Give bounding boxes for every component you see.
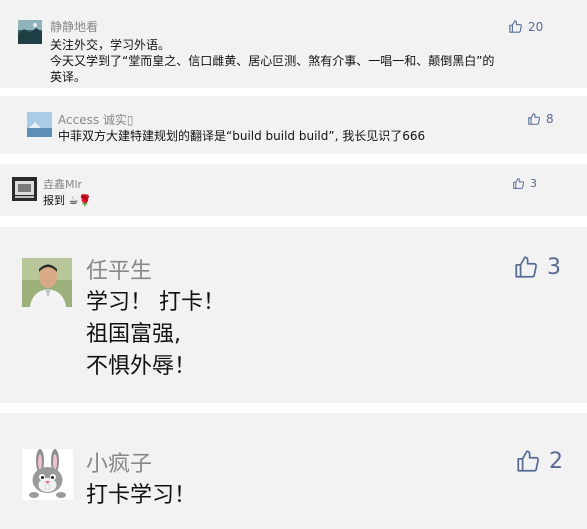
commenter-name[interactable]: 垚鑫Mlr [43,176,82,192]
like-button[interactable]: 3 [513,254,561,280]
comment-text: 打卡学习！ [86,483,197,508]
comment-text: 报到 ☕🌹 [43,194,93,207]
like-button[interactable]: 20 [508,19,543,34]
comment-card: Access 诚实▯ 中菲双方大建特建规划的翻译是“build build bu… [0,96,587,154]
thumbs-up-icon [515,256,537,278]
thumbs-up-icon [517,450,539,472]
comment-text: 关注外交，学习外语。 今天又学到了“堂而皇之、信口雌黄、居心叵测、煞有介事、一唱… [50,38,495,84]
sky-photo-avatar[interactable] [27,112,52,137]
man-portrait-avatar[interactable] [22,258,72,307]
commenter-name[interactable]: 小疯子 [86,446,152,478]
cartoon-rabbit-avatar[interactable] [22,449,73,500]
comment-text: 中菲双方大建特建规划的翻译是“build build build”, 我长见识了… [58,129,426,143]
like-button[interactable]: 3 [512,177,537,190]
commenter-name[interactable]: Access 诚实▯ [58,111,134,128]
comment-card: 静静地看 关注外交，学习外语。 今天又学到了“堂而皇之、信口雌黄、居心叵测、煞有… [0,0,587,88]
like-count: 3 [530,177,537,190]
thumbs-up-icon [509,20,522,33]
like-count: 20 [528,19,544,34]
landscape-photo-avatar[interactable] [18,20,42,44]
commenter-name[interactable]: 任平生 [86,253,152,285]
comment-card: 任平生 学习！ 打卡！ 祖国富强, 不惧外辱！ 3 [0,227,587,403]
dark-photo-avatar[interactable] [12,177,37,201]
like-button[interactable]: 2 [515,448,563,474]
comment-card: 垚鑫Mlr 报到 ☕🌹 3 [0,164,587,216]
comment-text: 学习！ 打卡！ 祖国富强, 不惧外辱！ [86,290,225,379]
commenter-name[interactable]: 静静地看 [50,18,98,35]
like-count: 8 [546,112,554,126]
like-count: 3 [547,254,561,280]
thumbs-up-icon [513,178,525,189]
thumbs-up-icon [528,113,540,125]
comment-card: 小疯子 打卡学习！ 2 [0,413,587,529]
like-count: 2 [549,448,563,474]
like-button[interactable]: 8 [527,112,554,126]
